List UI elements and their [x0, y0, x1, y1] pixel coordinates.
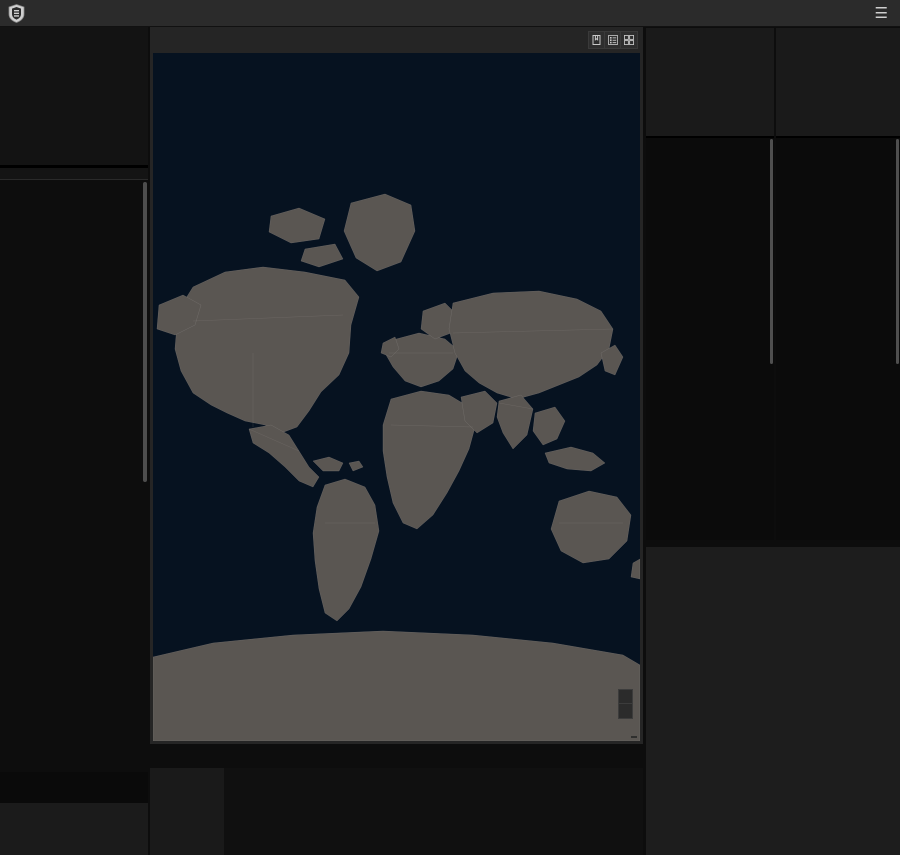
deaths-list-scrollbar[interactable] — [770, 139, 773, 364]
legend-list-icon[interactable] — [605, 32, 621, 48]
hamburger-menu-icon[interactable]: ☰ — [871, 4, 892, 23]
world-map-graphic — [153, 53, 640, 741]
total-recovered-card — [776, 28, 900, 138]
left-panel — [0, 27, 148, 855]
recovered-list-scrollbar[interactable] — [896, 139, 899, 364]
last-updated-card — [0, 803, 148, 855]
chart-svg — [646, 547, 900, 855]
deaths-breakdown-list[interactable] — [646, 138, 774, 538]
confirmed-list-title — [0, 168, 148, 179]
total-recovered-panel — [776, 28, 900, 540]
map-canvas[interactable] — [153, 53, 640, 741]
total-deaths-card — [646, 28, 774, 138]
zoom-out-button[interactable] — [619, 704, 632, 718]
map-zoom-controls[interactable] — [618, 689, 633, 719]
map-view-tabs[interactable] — [150, 744, 643, 766]
app-header: ☰ — [0, 0, 900, 27]
map-panel[interactable] — [150, 27, 643, 744]
basemap-gallery-icon[interactable] — [621, 32, 637, 48]
map-attribution — [631, 736, 637, 738]
countries-count-card — [150, 768, 224, 855]
total-confirmed-card — [0, 27, 148, 168]
zoom-in-button[interactable] — [619, 690, 632, 704]
cumulative-cases-chart[interactable] — [646, 547, 900, 855]
confirmed-list-scrollbar[interactable] — [143, 182, 147, 482]
map-toolbar[interactable] — [588, 31, 638, 49]
jhu-shield-icon — [8, 4, 25, 23]
recovered-breakdown-list[interactable] — [776, 138, 900, 538]
confirmed-country-list[interactable] — [0, 179, 148, 772]
credits-text[interactable] — [224, 768, 643, 855]
footer-panel — [150, 768, 643, 855]
bookmark-icon[interactable] — [589, 32, 605, 48]
covid-dashboard: ☰ — [0, 0, 900, 855]
total-deaths-panel — [646, 28, 774, 540]
admin-level-tabs[interactable] — [0, 780, 148, 797]
